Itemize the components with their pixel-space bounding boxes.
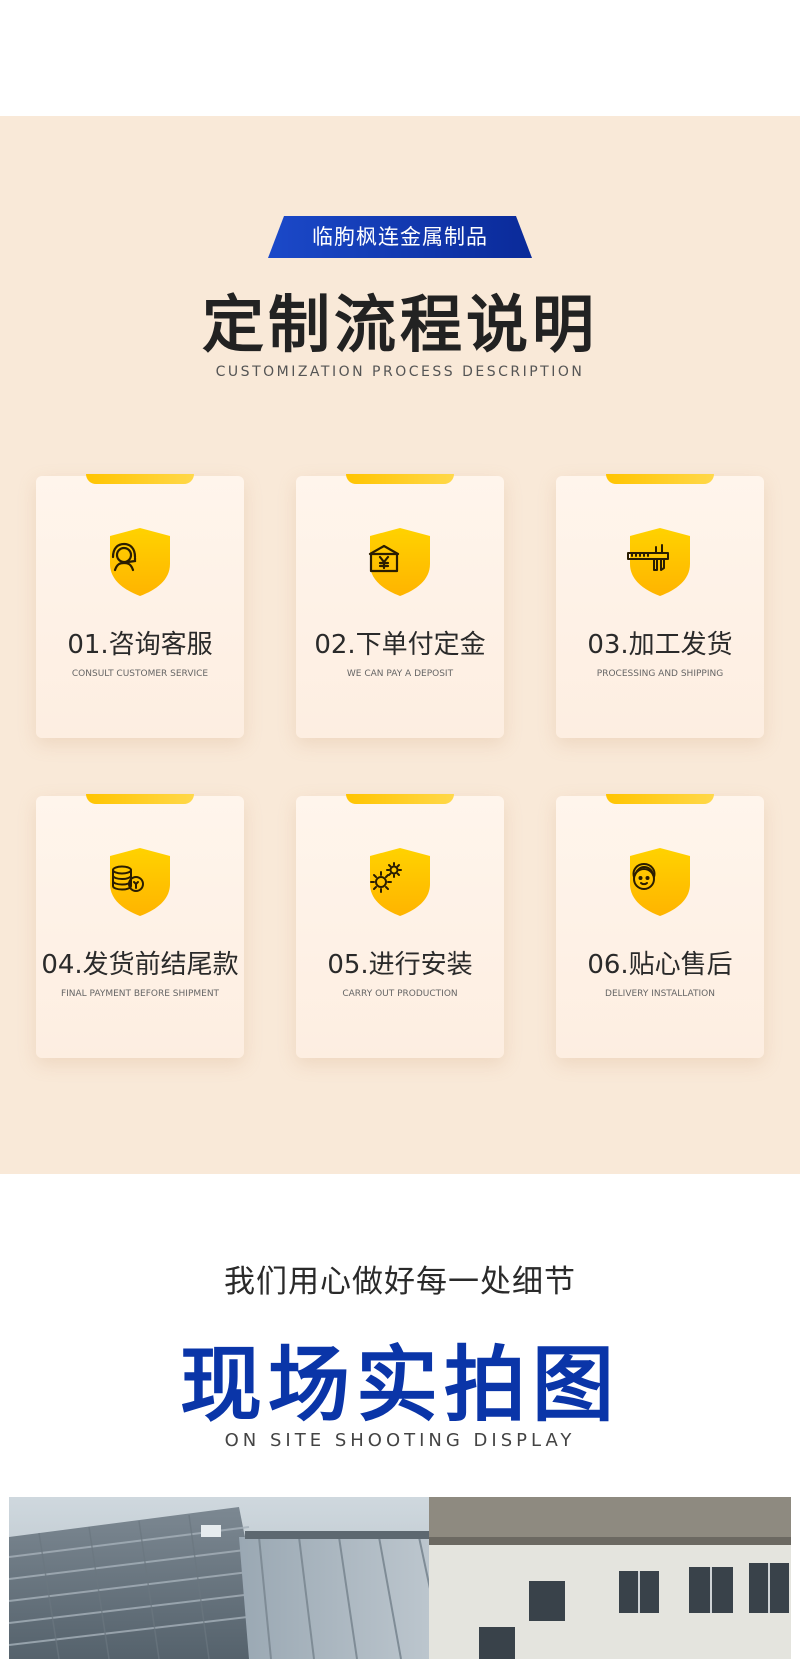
step-title: 06.贴心售后 [587, 950, 733, 980]
step-card-installation: 05.进行安装 CARRY OUT PRODUCTION [296, 794, 504, 1058]
yen-box-icon [366, 540, 434, 580]
process-subtitle: CUSTOMIZATION PROCESS DESCRIPTION [215, 364, 585, 380]
step-subtitle: PROCESSING AND SHIPPING [596, 669, 724, 679]
shield-badge [626, 526, 694, 598]
process-section: 临朐枫连金属制品 定制流程说明 CUSTOMIZATION PROCESS DE… [0, 116, 800, 1174]
step-title: 01.咨询客服 [67, 630, 213, 660]
card-accent-tab [606, 474, 714, 484]
company-ribbon: 临朐枫连金属制品 [268, 216, 532, 258]
step-subtitle: CARRY OUT PRODUCTION [342, 989, 458, 999]
card-accent-tab [346, 474, 454, 484]
card-accent-tab [346, 794, 454, 804]
top-blank-area [0, 0, 800, 116]
company-name: 临朐枫连金属制品 [312, 225, 488, 249]
step-subtitle: DELIVERY INSTALLATION [605, 989, 715, 999]
step-card-deposit: 02.下单付定金 WE CAN PAY A DEPOSIT [296, 474, 504, 738]
step-subtitle: WE CAN PAY A DEPOSIT [346, 669, 454, 679]
gears-icon [366, 860, 434, 900]
card-accent-tab [606, 794, 714, 804]
step-title: 02.下单付定金 [314, 630, 486, 660]
site-photo-section: 我们用心做好每一处细节 现场实拍图 ON SITE SHOOTING DISPL… [0, 1174, 800, 1659]
step-title: 03.加工发货 [587, 630, 733, 660]
step-card-after-sales: 06.贴心售后 DELIVERY INSTALLATION [556, 794, 764, 1058]
process-title: 定制流程说明 [201, 288, 598, 361]
site-subtitle: ON SITE SHOOTING DISPLAY [224, 1430, 576, 1451]
step-title: 05.进行安装 [327, 950, 473, 980]
card-accent-tab [86, 474, 194, 484]
card-accent-tab [86, 794, 194, 804]
site-photo [9, 1497, 791, 1659]
step-card-final-payment: 04.发货前结尾款 FINAL PAYMENT BEFORE SHIPMENT [36, 794, 244, 1058]
shield-badge [106, 526, 174, 598]
step-card-consult: 01.咨询客服 CONSULT CUSTOMER SERVICE [36, 474, 244, 738]
support-agent-icon [626, 860, 694, 900]
shield-badge [106, 846, 174, 918]
step-title: 04.发货前结尾款 [41, 950, 239, 980]
headset-icon [106, 540, 174, 580]
step-subtitle: FINAL PAYMENT BEFORE SHIPMENT [60, 989, 220, 999]
coins-icon [106, 860, 174, 900]
site-tagline: 我们用心做好每一处细节 [224, 1264, 576, 1300]
step-subtitle: CONSULT CUSTOMER SERVICE [71, 669, 209, 679]
step-card-processing: 03.加工发货 PROCESSING AND SHIPPING [556, 474, 764, 738]
shield-badge [366, 526, 434, 598]
caliper-icon [626, 540, 694, 580]
shield-badge [626, 846, 694, 918]
site-title: 现场实拍图 [179, 1338, 620, 1433]
shield-badge [366, 846, 434, 918]
